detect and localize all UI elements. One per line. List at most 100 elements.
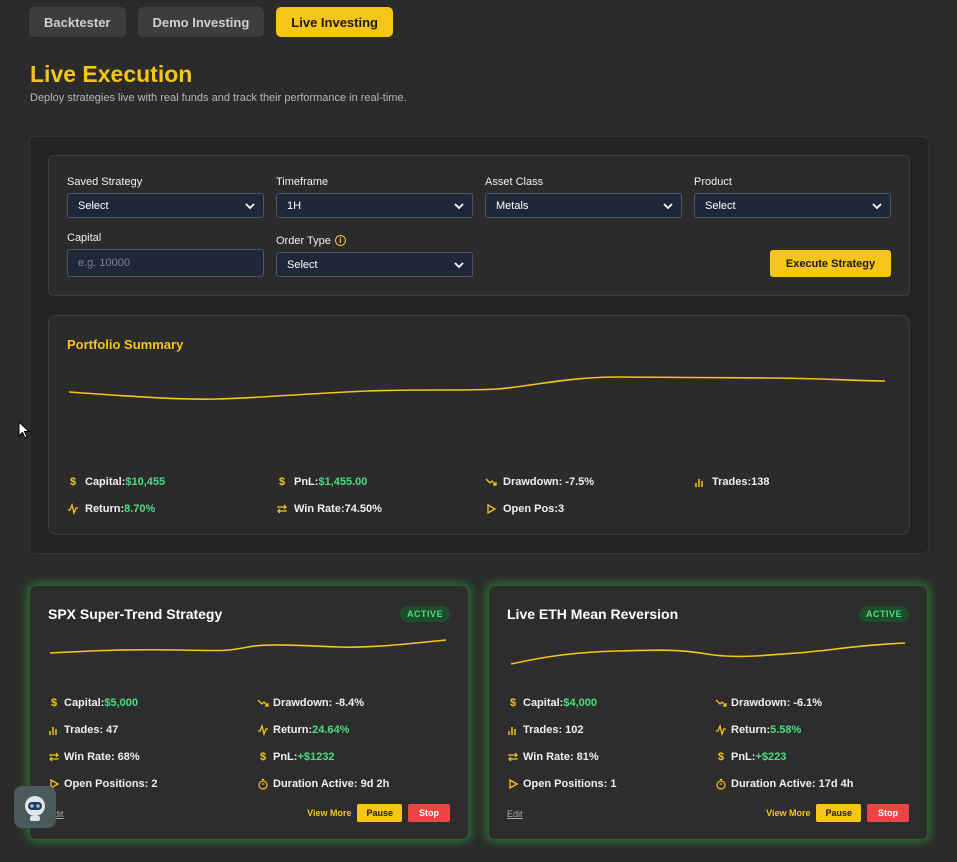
card-pnl: $ PnL:+$1232 [257,751,335,763]
mouse-cursor-icon [18,421,30,439]
card-openpos-text: Open Positions: 1 [523,778,617,790]
capital-label: Capital [67,231,102,244]
execute-strategy-button[interactable]: Execute Strategy [770,250,891,277]
saved-strategy-select[interactable]: Select [67,193,264,218]
tab-backtester[interactable]: Backtester [29,7,126,37]
trending-down-icon [257,699,269,707]
bar-chart-icon [49,727,57,735]
summary-return: Return:8.70% [67,503,155,515]
summary-pnl: $ PnL:$1,455.00 [276,476,367,488]
card-drawdown-text: Drawdown: -6.1% [731,697,823,709]
card-drawdown-text: Drawdown: -8.4% [273,697,365,709]
pause-button[interactable]: Pause [357,804,402,822]
robot-icon [25,796,45,821]
card-winrate-text: Win Rate: 81% [523,751,599,763]
dollar-icon: $ [717,751,725,763]
summary-trades-text: Trades:138 [712,476,770,488]
timeframe-select[interactable]: 1H [276,193,473,218]
asset-class-select[interactable]: Metals [485,193,682,218]
card-capital: $ Capital:$5,000 [48,697,138,709]
page-subtitle: Deploy strategies live with real funds a… [30,92,407,104]
card-pnl-label: PnL: [273,751,298,763]
summary-winrate-text: Win Rate:74.50% [294,503,382,515]
chevron-down-icon [245,203,255,210]
card-duration: Duration Active: 9d 2h [257,778,389,790]
chevron-down-icon [663,203,673,210]
portfolio-sparkline [68,376,886,400]
saved-strategy-value: Select [78,199,109,212]
stop-button[interactable]: Stop [408,804,450,822]
card-winrate-text: Win Rate: 68% [64,751,140,763]
product-field: Product Select [694,175,891,218]
card-winrate: Win Rate: 81% [507,751,599,763]
asset-class-field: Asset Class Metals [485,175,682,218]
page-title: Live Execution [30,61,193,87]
capital-input[interactable]: e.g. 10000 [67,249,264,277]
capital-placeholder: e.g. 10000 [78,257,130,269]
stop-button[interactable]: Stop [867,804,909,822]
summary-capital-value: $10,455 [125,476,166,488]
portfolio-summary: Portfolio Summary $ Capital:$10,455 $ Pn… [48,315,910,535]
card-return-value: 24.64% [312,724,350,736]
trending-down-icon [485,478,497,486]
strategy-card: Live ETH Mean Reversion ACTIVE $ Capital… [488,585,928,840]
summary-pnl-label: PnL: [294,476,319,488]
activity-icon [68,503,78,515]
card-actions: View More Pause Stop [307,804,450,822]
strategy-title: Live ETH Mean Reversion [507,606,679,622]
order-type-select[interactable]: Select [276,252,473,277]
strategy-title: SPX Super-Trend Strategy [48,606,223,622]
summary-return-value: 8.70% [124,503,156,515]
card-pnl-value: +$223 [755,751,787,763]
order-type-label: Order Type i [276,234,473,247]
status-badge: ACTIVE [399,606,450,622]
chevron-down-icon [454,203,464,210]
card-duration-text: Duration Active: 9d 2h [273,778,390,790]
summary-drawdown-text: Drawdown: -7.5% [503,476,595,488]
card-return: Return:24.64% [257,724,349,736]
card-openpos: Open Positions: 2 [48,778,158,790]
card-trades: Trades: 102 [507,724,584,736]
repeat-icon [49,752,59,762]
play-icon [487,503,497,515]
tab-bar: Backtester Demo Investing Live Investing [29,7,393,37]
pause-button[interactable]: Pause [816,804,861,822]
capital-field: Capital e.g. 10000 [67,231,264,277]
timeframe-field: Timeframe 1H [276,175,473,218]
chevron-down-icon [454,262,464,269]
card-capital: $ Capital:$4,000 [507,697,597,709]
activity-icon [716,724,726,736]
summary-openpos: Open Pos:3 [485,503,564,515]
product-value: Select [705,199,736,212]
repeat-icon [277,504,287,514]
info-icon[interactable]: i [334,235,346,246]
card-return-label: Return: [273,724,313,736]
view-more-link[interactable]: View More [766,808,810,818]
tab-live-investing[interactable]: Live Investing [276,7,393,37]
trending-down-icon [715,699,727,707]
tab-demo-investing[interactable]: Demo Investing [137,7,265,37]
saved-strategy-label: Saved Strategy [67,175,143,188]
order-type-label-text: Order Type [276,234,331,247]
view-more-link[interactable]: View More [307,808,351,818]
chatbot-button[interactable] [14,786,56,828]
strategy-sparkline [510,642,906,665]
product-select[interactable]: Select [694,193,891,218]
bar-chart-icon [695,479,703,487]
bar-chart-icon [508,727,516,735]
card-pnl-label: PnL: [731,751,756,763]
card-capital-label: Capital: [64,697,105,709]
edit-link[interactable]: Edit [507,809,523,819]
card-trades-text: Trades: 102 [523,724,584,736]
card-winrate: Win Rate: 68% [48,751,140,763]
strategy-card: SPX Super-Trend Strategy ACTIVE $ Capita… [29,585,469,840]
dollar-icon: $ [69,476,77,488]
card-drawdown: Drawdown: -6.1% [715,697,822,709]
live-execution-panel: Saved Strategy Select Timeframe 1H Asset… [29,136,929,554]
summary-drawdown: Drawdown: -7.5% [485,476,594,488]
card-pnl-value: +$1232 [297,751,335,763]
summary-trades: Trades:138 [694,476,769,488]
card-trades: Trades: 47 [48,724,118,736]
summary-openpos-text: Open Pos:3 [503,503,565,515]
card-drawdown: Drawdown: -8.4% [257,697,364,709]
